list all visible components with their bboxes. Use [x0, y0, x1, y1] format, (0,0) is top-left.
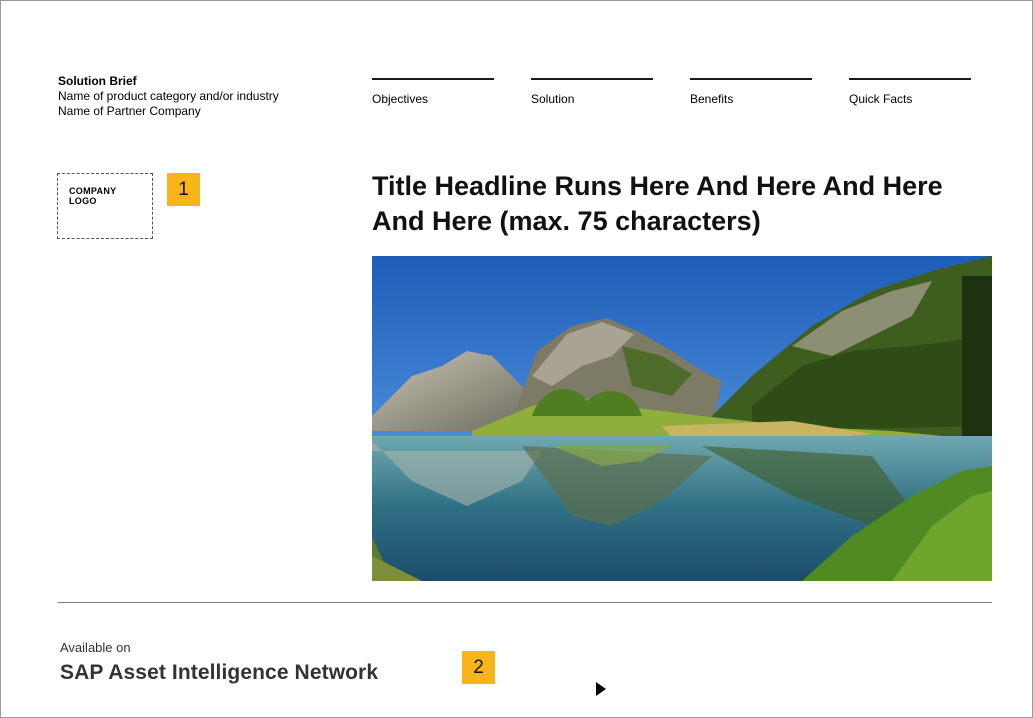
brief-partner: Name of Partner Company — [58, 104, 201, 118]
nav-quick-facts[interactable]: Quick Facts — [849, 78, 971, 106]
landscape-photo-icon — [372, 256, 992, 581]
logo-text-line2: LOGO — [69, 196, 97, 206]
solution-brief-header: Solution Brief Name of product category … — [58, 74, 279, 119]
nav-solution[interactable]: Solution — [531, 78, 653, 106]
document-page: Solution Brief Name of product category … — [0, 0, 1033, 718]
brief-category: Name of product category and/or industry — [58, 89, 279, 103]
sap-network-name: SAP Asset Intelligence Network — [60, 661, 379, 684]
callout-marker-1: 1 — [167, 173, 200, 206]
brief-title: Solution Brief — [58, 74, 137, 88]
play-icon[interactable] — [596, 682, 606, 696]
logo-text-line1: COMPANY — [69, 186, 117, 196]
nav-objectives[interactable]: Objectives — [372, 78, 494, 106]
available-on-label: Available on — [60, 640, 131, 655]
footer-divider — [58, 602, 992, 603]
hero-landscape-image — [372, 256, 992, 581]
nav-benefits[interactable]: Benefits — [690, 78, 812, 106]
company-logo-placeholder: COMPANY LOGO — [57, 173, 153, 239]
callout-marker-2: 2 — [462, 651, 495, 684]
title-headline: Title Headline Runs Here And Here And He… — [372, 171, 943, 236]
